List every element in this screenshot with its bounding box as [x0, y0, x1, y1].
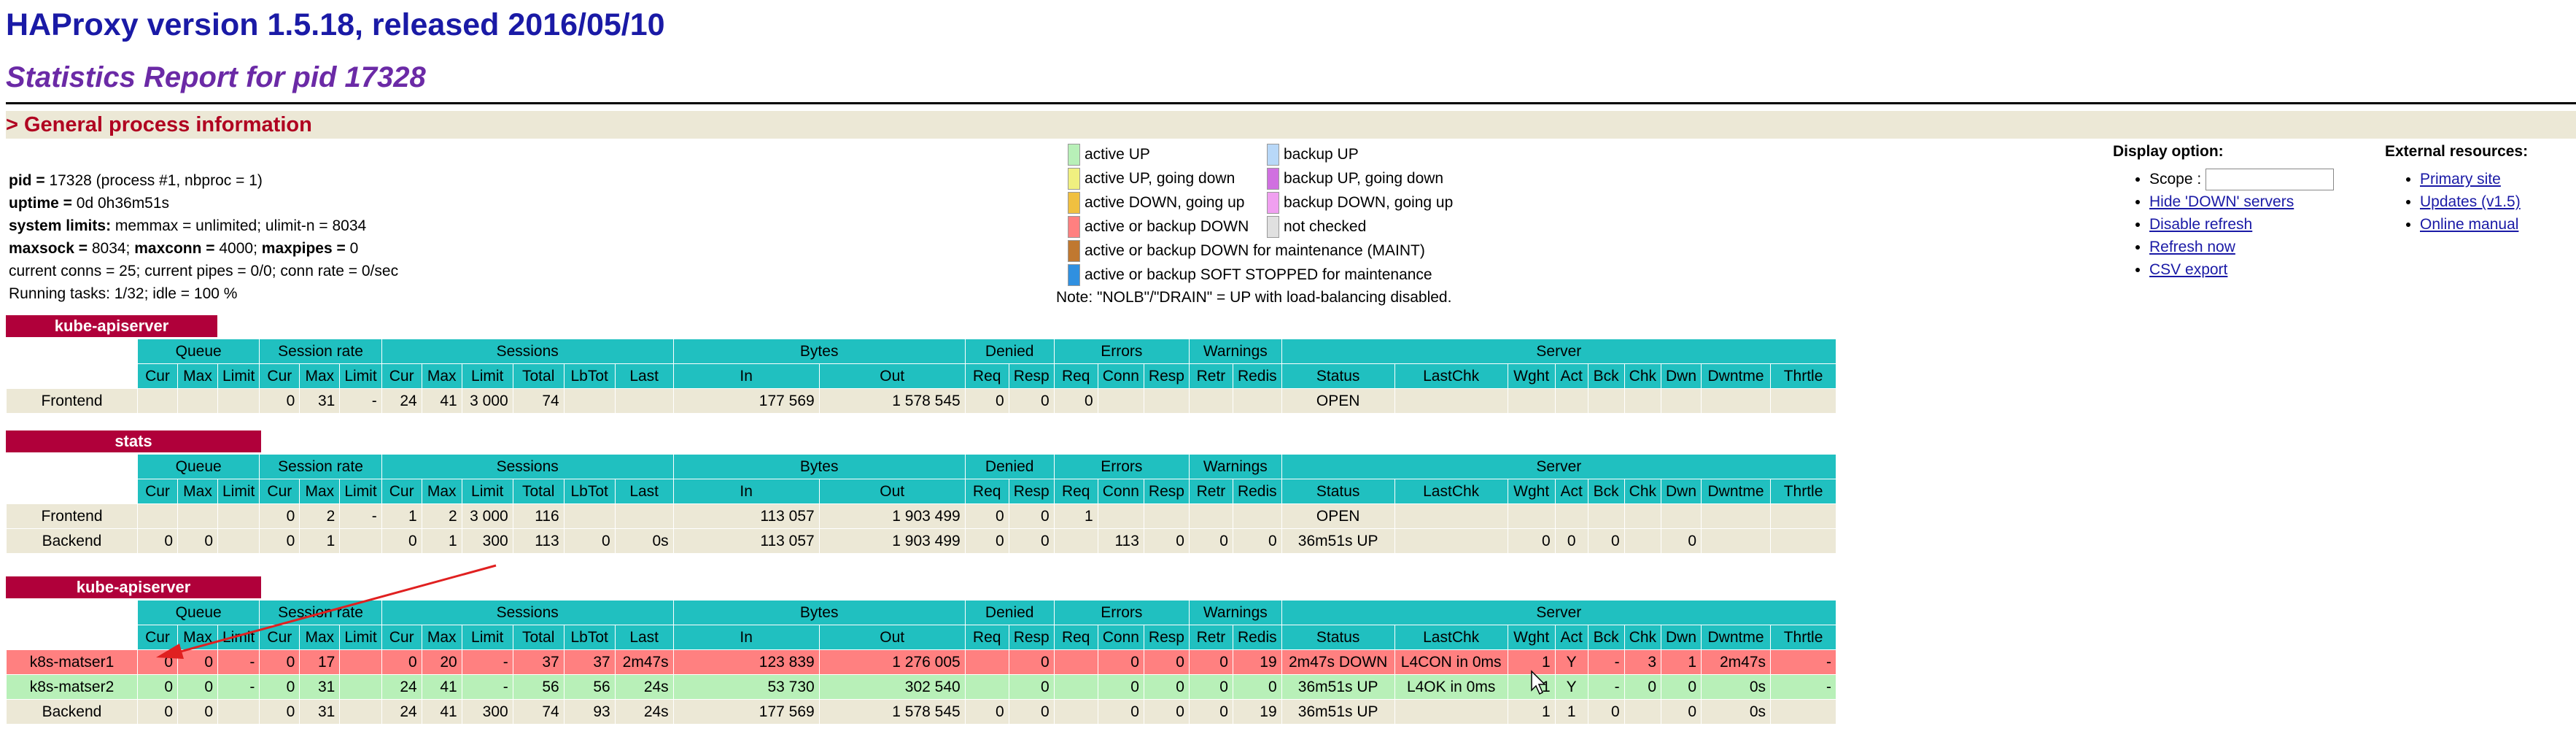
stats-page: HAProxy version 1.5.18, released 2016/05… [0, 0, 2576, 753]
mouse-cursor-icon [1531, 670, 1546, 695]
red-arrow-annotation [156, 564, 497, 659]
